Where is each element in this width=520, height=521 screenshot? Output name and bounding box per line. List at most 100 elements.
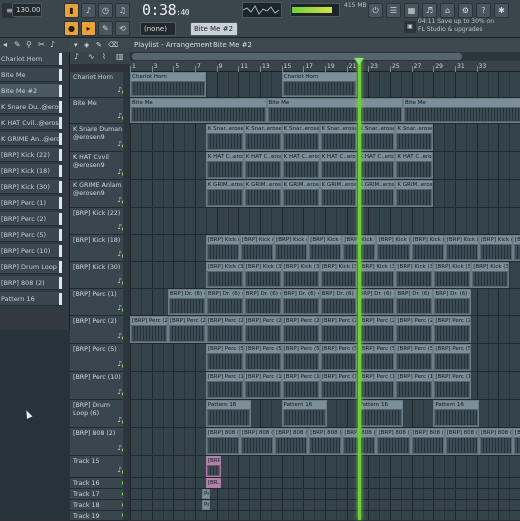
track-lane[interactable]: K Snar..erosen9K Snar..erosen9K Snar..er…: [130, 124, 520, 152]
loop-record-icon[interactable]: ⟲: [115, 21, 130, 36]
picker-item[interactable]: K GRIME An..@erosen9: [0, 132, 62, 146]
automation-icon[interactable]: ⌇: [102, 52, 106, 61]
track-lane[interactable]: BRP] Dr. (6) #2BRP] Dr. (6) #2BRP] Dr. (…: [130, 289, 520, 316]
grid-icon[interactable]: ▥: [116, 52, 124, 61]
track-lane[interactable]: [BRP] Perc (5) [BRP] Perc (5) [BRP] Perc (…: [130, 344, 520, 372]
pattern-clip[interactable]: [BR..(2): [205, 478, 221, 488]
pattern-clip[interactable]: K GRIM..erosen9: [395, 180, 434, 207]
picker-item[interactable]: [BRP] Perc (5): [0, 228, 62, 242]
picker-item[interactable]: [BRP] Kick (22): [0, 148, 62, 162]
pattern-clip[interactable]: K Snar..erosen9: [395, 124, 434, 151]
track-lane[interactable]: [BRP] Dr. (6): [130, 456, 520, 478]
pattern-clip[interactable]: [BRP] Perc (10): [243, 372, 282, 399]
track-header[interactable]: K Snare Duman @erosen9 ♪: [70, 124, 128, 152]
pattern-clip[interactable]: [BRP] Kick (18): [274, 235, 309, 261]
picker-item[interactable]: [BRP] Perc (10): [0, 244, 62, 258]
track-lane[interactable]: [BRP] Perc (2) [BRP] Perc (2) [BRP] Perc (…: [130, 316, 520, 344]
picker-item[interactable]: [BRP] Perc (2): [0, 212, 62, 226]
pattern-clip[interactable]: BRP] Dr. (6) #2: [433, 289, 472, 315]
mixer-icon[interactable]: ☰: [386, 3, 401, 18]
track-lane[interactable]: Pattern 16 Pattern 16 Pattern 16 Pattern 16: [130, 400, 520, 428]
pattern-clip[interactable]: K GRIM..erosen9: [357, 180, 396, 207]
metronome-icon[interactable]: ♪: [81, 3, 96, 18]
playlist-options-icon[interactable]: ▾: [74, 38, 78, 52]
mute-icon[interactable]: ♪: [50, 40, 55, 49]
pattern-clip[interactable]: K Snar..erosen9: [205, 124, 244, 151]
pattern-clip[interactable]: K GRIM..erosen9: [205, 180, 244, 207]
pattern-clip[interactable]: K Snar..erosen9: [357, 124, 396, 151]
pattern-clip[interactable]: [BRP] Kick (18): [376, 235, 411, 261]
pattern-clip[interactable]: Pattern 16: [205, 400, 252, 427]
pattern-clip[interactable]: [BRP] Kick (30): [471, 262, 510, 288]
tempo-display[interactable]: 130.000: [12, 3, 42, 17]
picker-item[interactable]: Chariot Horn: [0, 52, 62, 66]
track-header[interactable]: Bite Me ♪: [70, 98, 128, 124]
track-header[interactable]: Track 16: [70, 478, 128, 489]
pattern-clip[interactable]: [BRP] Kick (30): [205, 262, 244, 288]
track-lane[interactable]: Bite Me Bite Me Bite Me: [130, 98, 520, 124]
track-header[interactable]: [BRP] Perc (1) ♪: [70, 289, 128, 316]
pattern-clip[interactable]: [BRP] 808 (2): [478, 428, 513, 455]
pattern-clip[interactable]: BRP] Dr. (6) #2: [205, 289, 244, 315]
settings-icon[interactable]: ✱: [494, 3, 509, 18]
arrangement-grid[interactable]: Chariot Horn Chariot Horn Bite Me Bite Me Bi…: [130, 72, 520, 520]
pattern-clip[interactable]: BRP] Dr. (6) #2: [281, 289, 320, 315]
track-lane[interactable]: [BRP] Kick (30) [BRP] Kick (30) [BRP] Kick…: [130, 262, 520, 289]
picker-item[interactable]: Bite Me: [0, 68, 62, 82]
track-header[interactable]: [BRP] Kick (30) ♪: [70, 262, 128, 289]
blend-notes-icon[interactable]: ✎: [98, 21, 113, 36]
pattern-clip[interactable]: [BRP] 808 (2): [512, 428, 520, 455]
pattern-clip[interactable]: K GRIM..erosen9: [319, 180, 358, 207]
paint-icon[interactable]: ✎: [14, 40, 21, 49]
pattern-clip[interactable]: [BRP] Perc (2): [167, 316, 206, 343]
picker-item[interactable]: [BRP] Perc (1): [0, 196, 62, 210]
online-icon[interactable]: ⏻: [368, 3, 383, 18]
pattern-clip[interactable]: [BRP] Perc (5): [395, 344, 434, 371]
pattern-clip[interactable]: [BRP] Perc (10): [319, 372, 358, 399]
wait-input-icon[interactable]: ◷: [98, 3, 113, 18]
pattern-clip[interactable]: K Snar..erosen9: [243, 124, 282, 151]
pattern-clip[interactable]: [BRP] 808 (2): [308, 428, 343, 455]
track-lane[interactable]: Pa..: [130, 489, 520, 500]
track-lane[interactable]: [BRP] Perc (10)[BRP] Perc (10)[BRP] Perc…: [130, 372, 520, 400]
playhead-marker-icon[interactable]: [354, 58, 364, 65]
picker-item[interactable]: Pattern 16: [0, 292, 62, 306]
pattern-clip[interactable]: K HAT C..erosen9: [319, 152, 358, 179]
picker-item[interactable]: K Snare Du..@erosen9: [0, 100, 62, 114]
track-header[interactable]: Chariot Horn ♪: [70, 72, 128, 98]
pattern-clip[interactable]: K HAT C..erosen9: [243, 152, 282, 179]
snap-icon[interactable]: ◈: [84, 38, 89, 52]
pattern-clip[interactable]: [BRP] Perc (10): [357, 372, 396, 399]
news-icon[interactable]: ▣: [404, 21, 416, 33]
zoom-icon[interactable]: ⚲: [26, 40, 32, 49]
pattern-clip[interactable]: Chariot Horn: [130, 72, 206, 97]
track-header[interactable]: K HAT Cvvil @erosen9 ♪: [70, 152, 128, 180]
pattern-clip[interactable]: [BRP] Perc (5): [205, 344, 244, 371]
track-header[interactable]: [BRP] Perc (10) ♪: [70, 372, 128, 400]
pattern-clip[interactable]: BRP] Dr. (6) #2: [167, 289, 206, 315]
pattern-clip[interactable]: [BRP] Perc (10): [395, 372, 434, 399]
pattern-clip[interactable]: BRP] Dr. (6) #2: [395, 289, 434, 315]
track-lane[interactable]: [130, 511, 520, 520]
pattern-clip[interactable]: [BRP] Kick (30): [357, 262, 396, 288]
pattern-clip[interactable]: [BRP] Perc (2): [357, 316, 396, 343]
pattern-clip[interactable]: [BRP] Kick (18): [205, 235, 240, 261]
track-header[interactable]: Track 15 ♪: [70, 456, 128, 478]
pattern-clip[interactable]: [BRP] Perc (2): [395, 316, 434, 343]
pattern-clip[interactable]: K HAT C..erosen9: [205, 152, 244, 179]
pattern-clip[interactable]: Bite Me: [266, 98, 403, 123]
wave-icon[interactable]: ∿: [88, 52, 95, 61]
pattern-clip[interactable]: [BRP] Kick (30): [281, 262, 320, 288]
pattern-clip[interactable]: K GRIM..erosen9: [243, 180, 282, 207]
picker-item[interactable]: [BRP] Drum Loop (6): [0, 260, 62, 274]
piano-roll-icon[interactable]: ♬: [422, 3, 437, 18]
picker-item[interactable]: K HAT Cvil..@erosen9: [0, 116, 62, 130]
pattern-clip[interactable]: Pa..: [202, 500, 210, 510]
snap-selector[interactable]: (none): [140, 22, 176, 36]
track-lane[interactable]: [130, 208, 520, 235]
pattern-clip[interactable]: [BRP] Perc (5): [433, 344, 472, 371]
scrollbar-thumb[interactable]: [132, 53, 462, 60]
horizontal-scrollbar[interactable]: [130, 52, 520, 61]
pattern-clip[interactable]: [BRP] Perc (2): [281, 316, 320, 343]
promo-banner[interactable]: 04:11 Save up to 30% on FL Studio & upgr…: [418, 18, 518, 34]
